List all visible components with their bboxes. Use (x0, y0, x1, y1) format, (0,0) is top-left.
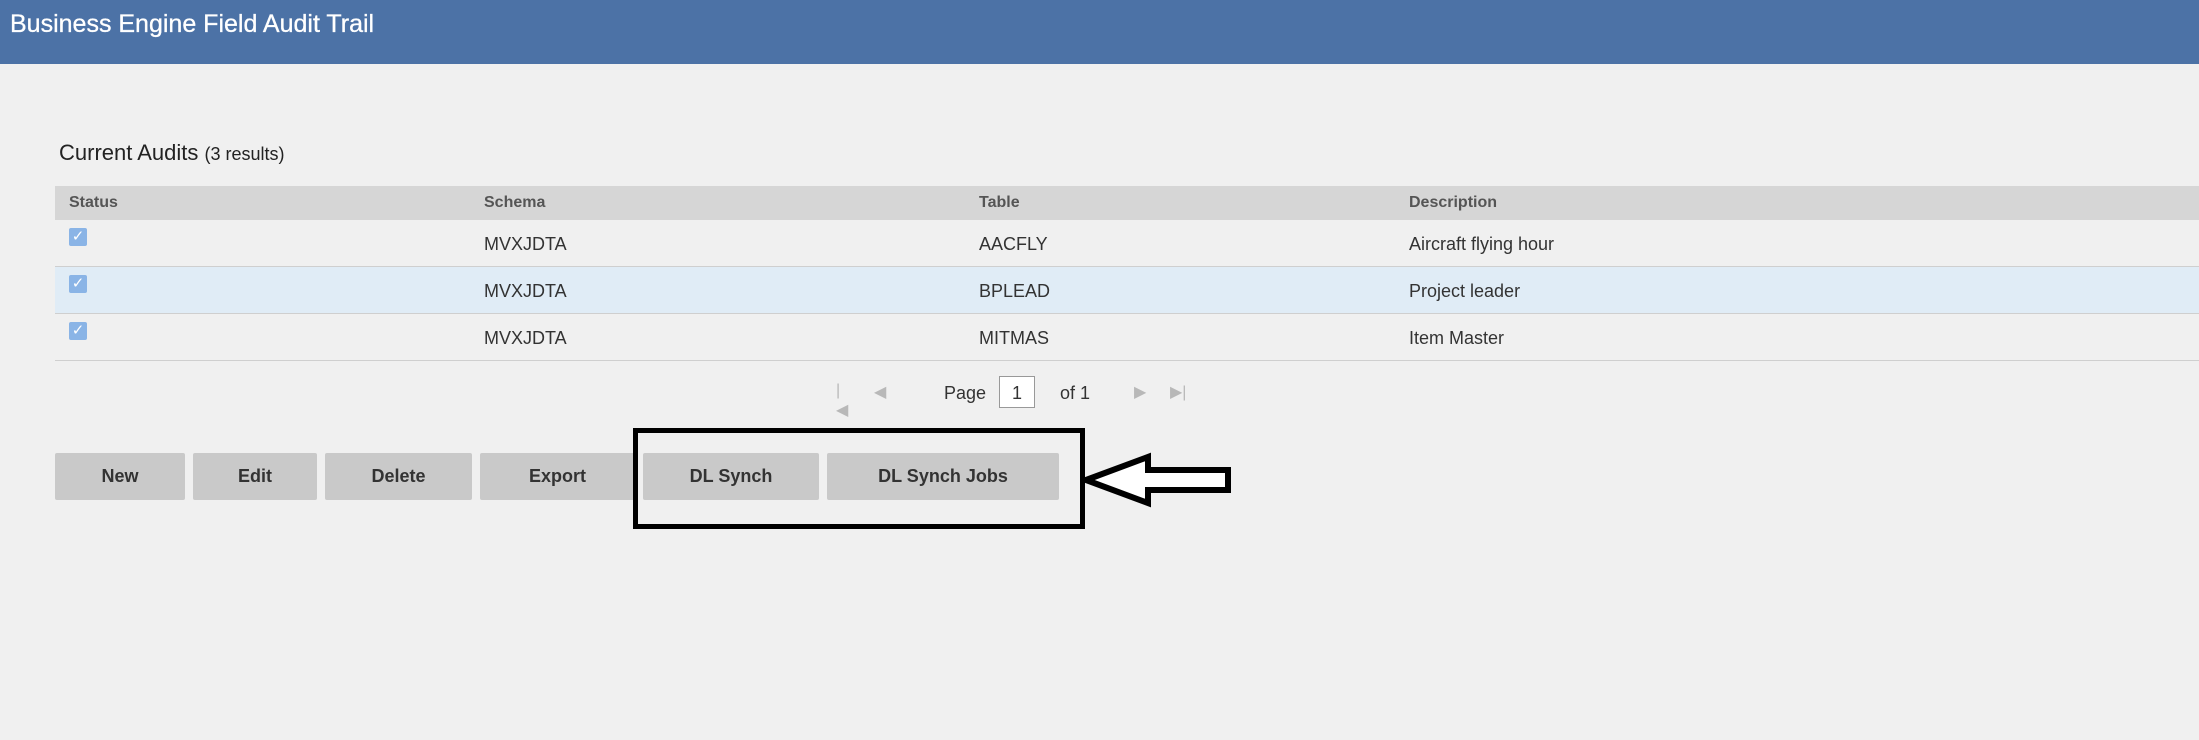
column-header-table[interactable]: Table (979, 194, 1020, 212)
page-title: Business Engine Field Audit Trail (10, 10, 375, 38)
section-title-label: Current Audits (59, 140, 199, 165)
prev-page-icon[interactable]: ◀ (874, 382, 886, 402)
schema-cell: MVXJDTA (484, 281, 567, 301)
first-page-icon[interactable]: |◀ (836, 382, 848, 420)
schema-cell: MVXJDTA (484, 234, 567, 254)
check-icon[interactable]: ✓ (69, 322, 87, 340)
audits-grid: Status Schema Table Description ✓ MVXJDT… (55, 186, 2199, 361)
table-row[interactable]: ✓ MVXJDTA BPLEAD Project leader (55, 267, 2199, 314)
last-page-icon[interactable]: ▶| (1170, 382, 1186, 402)
check-icon[interactable]: ✓ (69, 228, 87, 246)
column-header-schema[interactable]: Schema (484, 194, 545, 212)
column-header-description[interactable]: Description (1409, 194, 1497, 212)
column-header-status[interactable]: Status (69, 194, 118, 212)
next-page-icon[interactable]: ▶ (1134, 382, 1146, 402)
grid-header: Status Schema Table Description (55, 186, 2199, 220)
check-icon[interactable]: ✓ (69, 275, 87, 293)
new-button[interactable]: New (55, 453, 185, 500)
highlight-box (633, 428, 1085, 529)
left-arrow-icon (1082, 452, 1231, 508)
title-bar: Business Engine Field Audit Trail (0, 0, 2199, 64)
export-button[interactable]: Export (480, 453, 635, 500)
page-total-label: of 1 (1060, 383, 1091, 403)
result-count: (3 results) (204, 144, 285, 164)
section-title: Current Audits (3 results) (59, 140, 285, 166)
description-cell: Aircraft flying hour (1409, 234, 1555, 254)
page-label: Page (944, 383, 987, 403)
schema-cell: MVXJDTA (484, 328, 567, 348)
table-cell: MITMAS (979, 328, 1049, 348)
description-cell: Item Master (1409, 328, 1505, 348)
table-cell: AACFLY (979, 234, 1048, 254)
description-cell: Project leader (1409, 281, 1521, 301)
table-cell: BPLEAD (979, 281, 1051, 301)
table-row[interactable]: ✓ MVXJDTA MITMAS Item Master (55, 314, 2199, 361)
edit-button[interactable]: Edit (193, 453, 317, 500)
page-number-input[interactable]: 1 (999, 376, 1035, 408)
table-row[interactable]: ✓ MVXJDTA AACFLY Aircraft flying hour (55, 220, 2199, 267)
delete-button[interactable]: Delete (325, 453, 472, 500)
